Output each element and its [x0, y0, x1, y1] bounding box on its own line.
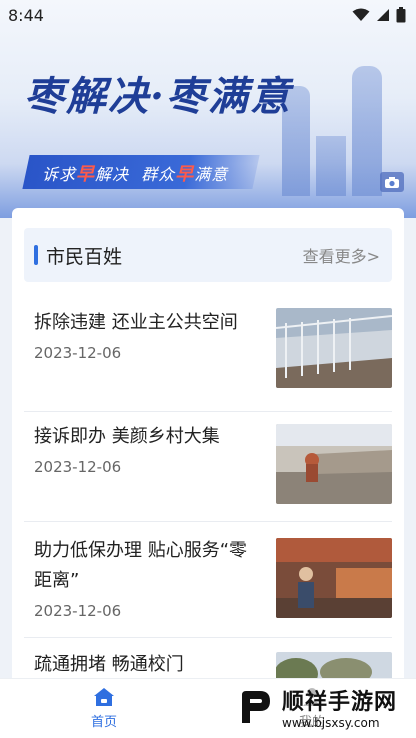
hero-banner[interactable]: 枣解决·枣满意 诉求早解决 群众早满意: [0, 0, 416, 218]
status-time: 8:44: [8, 5, 44, 25]
news-title: 助力低保办理 贴心服务“零距离”: [34, 540, 248, 591]
slogan-part-3: 满意: [194, 165, 229, 184]
battery-icon: [396, 7, 406, 23]
news-text: 助力低保办理 贴心服务“零距离” 2023-12-06: [34, 536, 252, 620]
section-title-wrap: 市民百姓: [34, 242, 122, 269]
camera-icon[interactable]: [380, 172, 404, 192]
slogan-part-2: 解决 群众: [95, 165, 176, 184]
view-more-link[interactable]: 查看更多>: [303, 243, 380, 267]
news-item[interactable]: 助力低保办理 贴心服务“零距离” 2023-12-06: [24, 522, 392, 638]
news-title: 拆除违建 还业主公共空间: [34, 312, 238, 333]
nav-home[interactable]: 首页: [64, 687, 144, 730]
content-card: 市民百姓 查看更多> 拆除违建 还业主公共空间 2023-12-06 接诉即办 …: [12, 208, 404, 688]
news-date: 2023-12-06: [34, 602, 122, 620]
section-header: 市民百姓 查看更多>: [24, 228, 392, 282]
news-text: 疏通拥堵 畅通校门: [34, 650, 252, 680]
news-thumbnail: [276, 424, 392, 504]
status-icons: [352, 7, 406, 23]
nav-home-label: 首页: [90, 715, 117, 730]
watermark-url: www.bjsxsy.com: [282, 716, 380, 730]
banner-title: 枣解决·枣满意: [24, 73, 292, 120]
watermark: 顺祥手游网 www.bjsxsy.com: [232, 680, 408, 734]
watermark-name: 顺祥手游网: [282, 690, 398, 715]
watermark-logo-icon: [232, 685, 276, 729]
news-thumbnail: [276, 308, 392, 388]
slogan-highlight-2: 早: [175, 164, 195, 185]
building-graphic: [316, 136, 346, 196]
signal-icon: [377, 9, 389, 21]
news-date: 2023-12-06: [34, 344, 122, 362]
banner-slogan: 诉求早解决 群众早满意: [42, 160, 228, 186]
news-thumbnail: [276, 538, 392, 618]
slogan-highlight-1: 早: [76, 164, 96, 185]
wifi-icon: [352, 8, 370, 21]
tower-right-graphic: [352, 66, 382, 196]
section-accent-bar: [34, 245, 38, 265]
news-text: 拆除违建 还业主公共空间 2023-12-06: [34, 308, 252, 362]
status-bar: 8:44: [0, 0, 416, 30]
news-title: 接诉即办 美颜乡村大集: [34, 426, 220, 447]
watermark-text: 顺祥手游网 www.bjsxsy.com: [282, 684, 397, 730]
news-title: 疏通拥堵 畅通校门: [34, 654, 184, 675]
news-date: 2023-12-06: [34, 458, 122, 476]
slogan-part-1: 诉求: [42, 165, 77, 184]
news-text: 接诉即办 美颜乡村大集 2023-12-06: [34, 422, 252, 476]
news-item[interactable]: 拆除违建 还业主公共空间 2023-12-06: [24, 300, 392, 412]
news-item[interactable]: 接诉即办 美颜乡村大集 2023-12-06: [24, 412, 392, 522]
section-title: 市民百姓: [46, 245, 123, 268]
home-icon: [94, 688, 114, 706]
